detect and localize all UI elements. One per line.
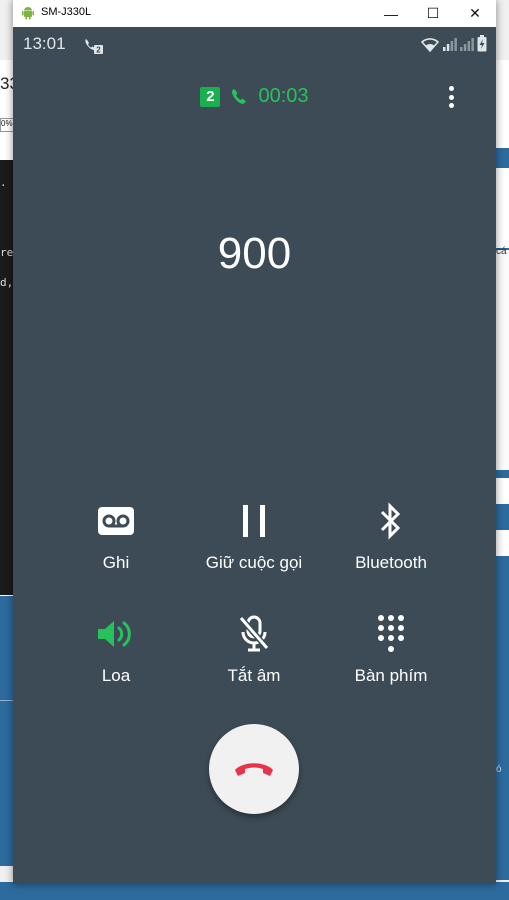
signal-icon-sim2 bbox=[460, 38, 474, 51]
background-right-block bbox=[495, 60, 509, 148]
mic-off-icon bbox=[238, 615, 270, 652]
call-info: 2 00:03 bbox=[13, 85, 496, 108]
mute-button[interactable]: Tắt âm bbox=[179, 614, 329, 686]
call-active-status-icon: 2 bbox=[85, 39, 103, 55]
background-left-heading: 33 bbox=[0, 74, 14, 93]
background-right-text: ó bbox=[496, 764, 502, 775]
speaker-label: Loa bbox=[101, 666, 131, 685]
record-label: Ghi bbox=[102, 553, 130, 572]
background-code-line: . bbox=[0, 176, 7, 189]
background-right-block bbox=[495, 530, 509, 556]
status-sim-number: 2 bbox=[96, 46, 101, 55]
phone-icon bbox=[232, 89, 247, 104]
phone-screen: 13:01 2 2 00:03 900 Ghi Giữ cuộc gọi Blu… bbox=[13, 27, 496, 884]
background-taskbar bbox=[0, 882, 509, 900]
speaker-icon bbox=[98, 621, 131, 647]
background-code-line: re bbox=[0, 246, 14, 259]
background-divider bbox=[0, 700, 14, 701]
background-code-line: d, bbox=[0, 276, 14, 289]
window-titlebar[interactable]: SM-J330L — ☐ ✕ bbox=[13, 0, 496, 27]
hold-call-label: Giữ cuộc gọi bbox=[205, 553, 303, 572]
signal-icon bbox=[443, 38, 457, 51]
sim-badge: 2 bbox=[200, 86, 221, 107]
background-left-blue-panel bbox=[0, 596, 14, 866]
bluetooth-label: Bluetooth bbox=[355, 553, 427, 572]
speaker-button[interactable]: Loa bbox=[41, 614, 191, 686]
battery-charging-icon bbox=[477, 35, 487, 52]
bluetooth-button[interactable]: Bluetooth bbox=[316, 501, 466, 573]
voicemail-icon bbox=[98, 507, 134, 535]
minimize-button[interactable]: — bbox=[370, 0, 412, 27]
keypad-button[interactable]: Bàn phím bbox=[316, 614, 466, 686]
background-right-block bbox=[495, 478, 509, 504]
end-call-button[interactable] bbox=[209, 724, 299, 814]
window-title: SM-J330L bbox=[41, 6, 92, 18]
pause-icon bbox=[243, 505, 265, 537]
hang-up-icon bbox=[235, 763, 273, 776]
bluetooth-icon bbox=[380, 502, 401, 540]
hold-call-button[interactable]: Giữ cuộc gọi bbox=[179, 501, 329, 573]
keypad-label: Bàn phím bbox=[354, 666, 428, 685]
background-right-block bbox=[495, 168, 509, 248]
background-right-block bbox=[495, 590, 509, 870]
status-time: 13:01 bbox=[23, 34, 66, 53]
dialpad-icon bbox=[378, 615, 404, 652]
more-options-icon[interactable] bbox=[443, 84, 459, 110]
background-right-text: cá bbox=[496, 246, 507, 257]
background-code-editor: . re d, bbox=[0, 160, 14, 595]
background-right-block bbox=[495, 250, 509, 470]
caller-number: 900 bbox=[217, 229, 292, 278]
close-button[interactable]: ✕ bbox=[454, 0, 496, 27]
mute-label: Tắt âm bbox=[227, 666, 281, 685]
android-icon bbox=[22, 7, 34, 20]
maximize-button[interactable]: ☐ bbox=[412, 0, 454, 27]
record-button[interactable]: Ghi bbox=[41, 501, 191, 573]
wifi-icon bbox=[420, 38, 440, 52]
status-icons bbox=[420, 35, 487, 52]
call-timer: 00:03 bbox=[258, 85, 309, 107]
emulator-window: SM-J330L — ☐ ✕ 13:01 2 2 00:03 900 Ghi G… bbox=[13, 0, 496, 884]
